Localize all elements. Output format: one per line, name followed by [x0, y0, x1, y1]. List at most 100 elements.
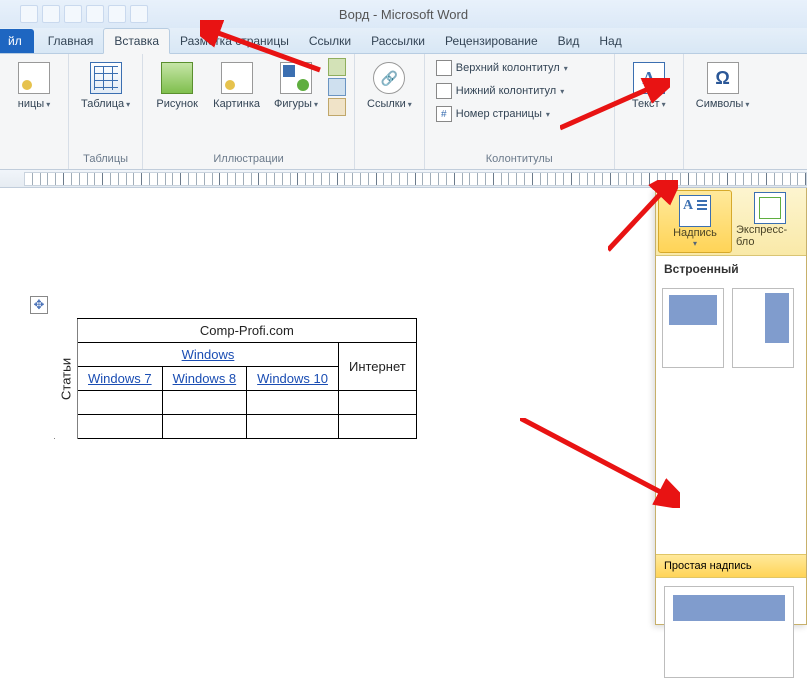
- tab-home[interactable]: Главная: [38, 29, 104, 53]
- ribbon-tabs: йл Главная Вставка Разметка страницы Ссы…: [0, 28, 807, 54]
- group-illustrations: Рисунок Картинка Фигуры▾ Иллюстрации: [143, 54, 355, 169]
- table-cell[interactable]: [78, 415, 163, 439]
- clipart-button[interactable]: Картинка: [209, 58, 264, 114]
- table-cell[interactable]: [78, 391, 163, 415]
- symbols-label: Символы: [696, 98, 744, 110]
- group-pages: ницы▾: [0, 54, 69, 169]
- table-cell[interactable]: [338, 415, 416, 439]
- table-cell[interactable]: [162, 391, 247, 415]
- chevron-down-icon: ▾: [564, 64, 568, 73]
- horizontal-ruler[interactable]: [0, 170, 807, 188]
- table-button[interactable]: Таблица▾: [77, 58, 134, 114]
- document-area: ✥ Статьи Comp-Profi.com Windows Интернет…: [0, 188, 807, 625]
- table-col4-header[interactable]: Интернет: [338, 343, 416, 391]
- qat-btn[interactable]: [108, 5, 126, 23]
- group-label-illustrations: Иллюстрации: [213, 151, 283, 167]
- group-tables: Таблица▾ Таблицы: [69, 54, 143, 169]
- tab-layout[interactable]: Разметка страницы: [170, 29, 299, 53]
- chevron-down-icon: ▾: [560, 87, 564, 96]
- clipart-label: Картинка: [213, 98, 260, 110]
- table-header-row1[interactable]: Comp-Profi.com: [78, 319, 417, 343]
- chevron-down-icon: ▾: [662, 100, 666, 109]
- table-cell[interactable]: [247, 415, 339, 439]
- table-side-header: Статьи: [54, 319, 78, 439]
- gallery-textbox-button[interactable]: Надпись ▾: [658, 190, 732, 253]
- gallery-thumb[interactable]: [732, 288, 794, 368]
- group-symbols: Символы▾: [684, 54, 762, 169]
- gallery-section-simple[interactable]: Простая надпись: [656, 554, 806, 578]
- chevron-down-icon: ▾: [126, 100, 130, 109]
- gallery-express-label: Экспресс-бло: [736, 224, 804, 248]
- chevron-down-icon: ▾: [693, 239, 697, 248]
- page-icon: [18, 62, 50, 94]
- shapes-label: Фигуры: [274, 98, 312, 110]
- pages-button[interactable]: ницы▾: [8, 58, 60, 114]
- chevron-down-icon: ▾: [408, 100, 412, 109]
- chart-icon[interactable]: [328, 78, 346, 96]
- links-button[interactable]: Ссылки▾: [363, 58, 416, 114]
- gallery-thumb[interactable]: [662, 288, 724, 368]
- table-cell[interactable]: [247, 391, 339, 415]
- text-icon: [633, 62, 665, 94]
- table-cell[interactable]: [162, 415, 247, 439]
- header-button[interactable]: Верхний колонтитул ▾: [433, 58, 606, 78]
- group-label-links: [388, 151, 391, 167]
- header-icon: [436, 60, 452, 76]
- table-col3-header[interactable]: Windows 10: [247, 367, 339, 391]
- pages-label: ницы: [18, 98, 44, 110]
- table-col2-header[interactable]: Windows 8: [162, 367, 247, 391]
- screenshot-icon[interactable]: [328, 98, 346, 116]
- group-label-tables: Таблицы: [83, 151, 128, 167]
- pagenum-icon: [436, 106, 452, 122]
- chevron-down-icon: ▾: [46, 100, 50, 109]
- group-label-pages: [32, 151, 35, 167]
- tab-file[interactable]: йл: [0, 29, 34, 53]
- picture-button[interactable]: Рисунок: [151, 58, 203, 114]
- qat-more-icon[interactable]: [130, 5, 148, 23]
- qat-save-icon[interactable]: [20, 5, 38, 23]
- title-bar: Ворд - Microsoft Word: [0, 0, 807, 28]
- smartart-icon[interactable]: [328, 58, 346, 76]
- footer-icon: [436, 83, 452, 99]
- group-text: Текст▾: [615, 54, 684, 169]
- tab-references[interactable]: Ссылки: [299, 29, 361, 53]
- textbox-icon: [679, 195, 711, 227]
- symbols-button[interactable]: Символы▾: [692, 58, 754, 114]
- picture-icon: [161, 62, 193, 94]
- header-label: Верхний колонтитул: [456, 62, 560, 74]
- tab-view[interactable]: Вид: [548, 29, 590, 53]
- table-cell[interactable]: [338, 391, 416, 415]
- clipart-icon: [221, 62, 253, 94]
- group-label-text: [647, 151, 650, 167]
- chevron-down-icon: ▾: [745, 100, 749, 109]
- chevron-down-icon: ▾: [546, 110, 550, 119]
- text-button[interactable]: Текст▾: [623, 58, 675, 114]
- gallery-section-builtin: Встроенный: [656, 256, 806, 282]
- gallery-express-button[interactable]: Экспресс-бло: [734, 188, 806, 255]
- pagenum-button[interactable]: Номер страницы ▾: [433, 104, 606, 124]
- qat-undo-icon[interactable]: [42, 5, 60, 23]
- group-headers: Верхний колонтитул ▾ Нижний колонтитул▾ Н…: [425, 54, 615, 169]
- footer-button[interactable]: Нижний колонтитул▾: [433, 81, 606, 101]
- table-icon: [90, 62, 122, 94]
- table-header-row2[interactable]: Windows: [78, 343, 339, 367]
- qat-btn[interactable]: [86, 5, 104, 23]
- tab-addins[interactable]: Над: [589, 29, 631, 53]
- shapes-button[interactable]: Фигуры▾: [270, 58, 322, 114]
- pagenum-label: Номер страницы: [456, 108, 542, 120]
- document-table[interactable]: Статьи Comp-Profi.com Windows Интернет W…: [54, 318, 417, 439]
- gallery-thumb-large[interactable]: [664, 586, 794, 678]
- table-move-handle[interactable]: ✥: [30, 296, 48, 314]
- qat-redo-icon[interactable]: [64, 5, 82, 23]
- table-col1-header[interactable]: Windows 7: [78, 367, 163, 391]
- text-label: Текст: [632, 98, 660, 110]
- group-label-symbols: [721, 151, 724, 167]
- link-icon: [373, 62, 405, 94]
- express-icon: [754, 192, 786, 224]
- chevron-down-icon: ▾: [314, 100, 318, 109]
- tab-review[interactable]: Рецензирование: [435, 29, 548, 53]
- window-title: Ворд - Microsoft Word: [339, 7, 468, 22]
- shapes-icon: [280, 62, 312, 94]
- tab-mailings[interactable]: Рассылки: [361, 29, 435, 53]
- tab-insert[interactable]: Вставка: [103, 28, 170, 54]
